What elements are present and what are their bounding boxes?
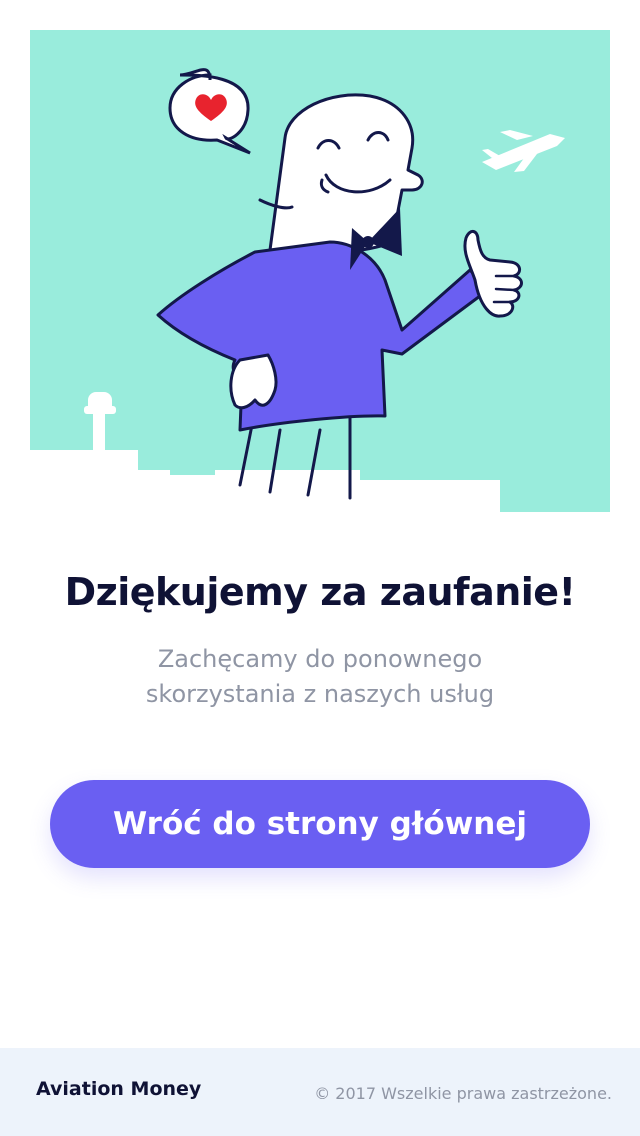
back-to-home-button[interactable]: Wróć do strony głównej — [50, 780, 590, 868]
footer: Aviation Money © 2017 Wszelkie prawa zas… — [0, 1048, 640, 1136]
footer-copyright: © 2017 Wszelkie prawa zastrzeżone. — [314, 1084, 612, 1103]
hero-illustration — [30, 30, 610, 512]
character-left-hand — [229, 353, 278, 410]
hero-illustration-svg — [30, 30, 610, 512]
footer-brand: Aviation Money — [36, 1078, 202, 1100]
page-title: Dziękujemy za zaufanie! — [64, 570, 576, 614]
page-subtitle: Zachęcamy do ponownego skorzystania z na… — [145, 645, 495, 708]
